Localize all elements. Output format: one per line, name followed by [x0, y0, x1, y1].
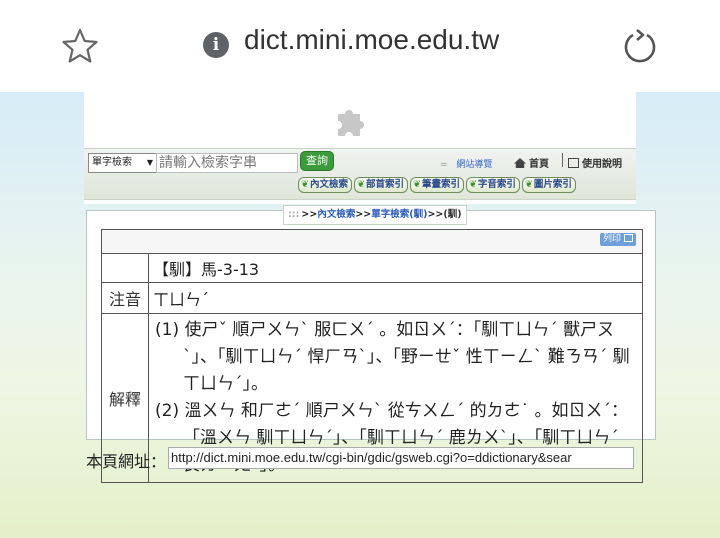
definition-item: (1) 使ㄕˇ 順ㄕㄨㄣˋ 服ㄈㄨˊ 。如ㄖㄨˊ：「馴ㄒㄩㄣˊ 獸ㄕㄡˋ」、「馴…: [155, 320, 630, 394]
help-link[interactable]: 使用說明: [568, 155, 622, 170]
breadcrumb-sep: >>: [427, 209, 444, 220]
tab-picture-index[interactable]: ❦圖片索引: [521, 177, 576, 193]
query-button[interactable]: 查詢: [300, 151, 334, 171]
printer-icon: [624, 234, 633, 242]
index-tabs: ❦內文檢索 ❦部首索引 ❦筆畫索引 ❦字音索引 ❦圖片索引: [298, 177, 576, 193]
tab-sound-index[interactable]: ❦字音索引: [465, 177, 520, 193]
table-toolbar-row: 列印: [101, 229, 643, 254]
tab-label: 圖片索引: [533, 179, 572, 190]
home-label: 首頁: [529, 159, 549, 170]
help-label: 使用說明: [582, 159, 622, 170]
reload-icon[interactable]: [620, 26, 660, 66]
page-url-field[interactable]: http://dict.mini.moe.edu.tw/cgi-bin/gdic…: [168, 447, 634, 469]
star-outline-icon[interactable]: [60, 26, 100, 66]
leaf-icon: ❦: [468, 179, 477, 190]
leaf-icon: ❦: [412, 179, 421, 190]
home-icon: [514, 158, 526, 168]
leaf-icon: ❦: [356, 179, 365, 190]
search-nav-bar: 單字檢索 ▼ 請輸入檢索字串 查詢 = 網站導覽 首頁 使用說明 ❦內文檢索 ❦…: [84, 148, 636, 200]
headword: 【馴】馬-3-13: [148, 253, 643, 283]
breadcrumb-content-search[interactable]: 內文檢索: [317, 209, 355, 220]
help-icon: [568, 158, 579, 168]
leaf-icon: ❦: [301, 179, 309, 190]
divider: [562, 153, 563, 167]
page-url-label: 本頁網址：: [86, 452, 167, 471]
toolbar-cell: 列印: [101, 229, 643, 254]
entry-table: 列印 【馴】馬-3-13 注音 ㄒㄩㄣˊ 解釋 (1) 使ㄕˇ 順ㄕㄨㄣˋ 服ㄈ…: [101, 229, 643, 483]
breadcrumb-sep: >>: [355, 209, 372, 220]
tab-content-search[interactable]: ❦內文檢索: [298, 177, 352, 193]
breadcrumb: ::: >>內文檢索>>單字檢索(馴)>>(馴): [283, 205, 467, 225]
puzzle-piece-icon: [338, 110, 364, 136]
breadcrumb-current: (馴): [443, 209, 462, 220]
chevron-down-icon: ▼: [146, 158, 153, 167]
breadcrumb-sep: >>: [301, 209, 318, 220]
breadcrumb-single-char[interactable]: 單字檢索(馴): [371, 209, 427, 220]
site-map-link[interactable]: 網站導覽: [456, 160, 492, 170]
table-row: 注音 ㄒㄩㄣˊ: [101, 282, 643, 314]
search-input[interactable]: 請輸入檢索字串: [156, 153, 298, 173]
leaf-icon: ❦: [524, 179, 533, 190]
home-link[interactable]: 首頁: [514, 155, 549, 170]
browser-address-bar: i dict.mini.moe.edu.tw: [0, 0, 720, 92]
search-type-select[interactable]: 單字檢索 ▼: [88, 153, 157, 173]
site-header: 單字檢索 ▼ 請輸入檢索字串 查詢 = 網站導覽 首頁 使用說明 ❦內文檢索 ❦…: [84, 92, 636, 204]
tab-label: 內文檢索: [309, 179, 348, 190]
content-panel: ::: >>內文檢索>>單字檢索(馴)>>(馴) 列印 【馴】馬-3-13 注音 …: [86, 205, 656, 483]
address-url[interactable]: dict.mini.moe.edu.tw: [244, 24, 499, 56]
print-label: 列印: [602, 234, 621, 244]
print-button[interactable]: 列印: [599, 233, 636, 246]
site-map: = 網站導覽: [440, 157, 492, 170]
empty-label-cell: [101, 253, 149, 283]
search-type-value: 單字檢索: [92, 157, 132, 168]
zhuyin-label: 注音: [101, 282, 149, 314]
tab-radical-index[interactable]: ❦部首索引: [353, 177, 408, 193]
tab-label: 部首索引: [365, 179, 404, 190]
breadcrumb-icon: :::: [288, 209, 300, 220]
table-row: 【馴】馬-3-13: [101, 253, 643, 283]
zhuyin-value: ㄒㄩㄣˊ: [148, 282, 643, 314]
site-map-icon: =: [440, 160, 448, 170]
info-icon[interactable]: i: [203, 32, 229, 58]
tab-stroke-index[interactable]: ❦筆畫索引: [409, 177, 464, 193]
tab-label: 筆畫索引: [421, 179, 460, 190]
tab-label: 字音索引: [477, 179, 516, 190]
